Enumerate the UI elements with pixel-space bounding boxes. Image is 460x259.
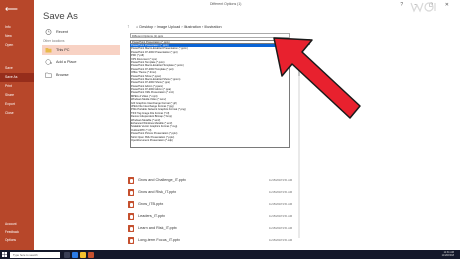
globe-plus-icon (45, 59, 52, 65)
other-locations-header: Other locations (43, 39, 65, 43)
rail-item-account[interactable]: Account (5, 222, 17, 226)
rail-item-new[interactable]: New (0, 32, 34, 41)
pptx-file-icon (128, 189, 134, 196)
location-label: This PC (56, 48, 70, 52)
watermark-logo-icon (410, 2, 436, 13)
powerpoint-window: ⟵ Info New Open Save Save As Print Share… (0, 0, 460, 250)
pptx-file-icon (128, 201, 134, 208)
file-row[interactable]: Grow_ITB.pptx 11/15/2018 9:51 AM (126, 200, 298, 210)
file-date: 11/15/2018 9:51 AM (269, 215, 293, 218)
rail-item-options[interactable]: Options (5, 238, 16, 242)
task-view-icon[interactable] (64, 251, 70, 258)
pptx-file-icon (128, 237, 134, 244)
taskbar: Type here to search 11:31 AM 11/28/2018 (0, 250, 460, 259)
red-pointer-arrow-icon (273, 37, 361, 119)
pptx-file-icon (128, 225, 134, 232)
taskbar-clock[interactable]: 11:31 AM 11/28/2018 (442, 251, 454, 257)
powerpoint-taskbar-icon[interactable] (88, 251, 94, 258)
rail-item-share[interactable]: Share (0, 91, 34, 100)
up-arrow-icon[interactable]: ↑ (127, 24, 130, 30)
file-row[interactable]: Learn and Risk_IT.pptx 11/15/2018 9:51 A… (126, 224, 298, 234)
file-name: Grow and Risk_IT.pptx (138, 190, 177, 194)
taskbar-search[interactable]: Type here to search (10, 251, 60, 258)
pptx-file-icon (128, 177, 134, 184)
file-date: 11/15/2018 9:51 AM (269, 239, 293, 242)
location-add-place[interactable]: Add a Place (42, 57, 120, 67)
file-type-select[interactable]: PowerPoint Presentation (*.pptx) ▾ (130, 40, 290, 44)
file-date: 11/15/2018 9:51 AM (269, 179, 293, 182)
file-name: Leaders_IT.pptx (138, 214, 166, 218)
folder-icon (45, 48, 52, 53)
clock-icon (45, 29, 52, 35)
file-date: 11/15/2018 9:51 AM (269, 203, 293, 206)
rail-item-save[interactable]: Save (0, 64, 34, 73)
file-explorer-icon[interactable] (80, 251, 86, 258)
page-title: Save As (43, 11, 78, 22)
file-type-selected: PowerPoint Presentation (*.pptx) (132, 41, 170, 44)
location-browse[interactable]: Browse (42, 70, 120, 80)
location-this-pc[interactable]: This PC (42, 45, 120, 55)
edge-icon[interactable] (72, 251, 78, 258)
rail-item-export[interactable]: Export (0, 100, 34, 109)
rail-item-close[interactable]: Close (0, 109, 34, 118)
file-row[interactable]: Long-term Focus_IT.pptx 11/15/2018 9:51 … (126, 236, 298, 246)
file-name: Learn and Risk_IT.pptx (138, 226, 177, 230)
file-type-options: PowerPoint Presentation (*.pptx) PowerPo… (130, 44, 290, 142)
file-name: Grow and Challenge_IT.pptx (138, 178, 186, 182)
windows-start-icon[interactable] (2, 252, 7, 257)
location-label: Add a Place (56, 60, 77, 64)
file-date: 11/15/2018 9:51 AM (269, 191, 293, 194)
file-date: 11/15/2018 9:51 AM (269, 227, 293, 230)
open-folder-icon (45, 72, 52, 78)
breadcrumb[interactable]: ⌂ Desktop › Image Upload › Illustration … (136, 25, 222, 29)
file-row[interactable]: Grow and Risk_IT.pptx 11/15/2018 9:51 AM (126, 188, 298, 198)
rail-item-print[interactable]: Print (0, 82, 34, 91)
file-type-option[interactable]: OpenDocument Presentation (*.odp) (130, 139, 290, 142)
back-arrow-icon[interactable]: ⟵ (5, 4, 18, 14)
clock-date: 11/28/2018 (441, 254, 454, 257)
rail-item-save-as[interactable]: Save As (0, 73, 34, 82)
document-title: Different Options (1) (210, 2, 242, 6)
location-label: Browse (56, 73, 69, 77)
rail-item-open[interactable]: Open (0, 41, 34, 50)
file-row[interactable]: Leaders_IT.pptx 11/15/2018 9:51 AM (126, 212, 298, 222)
pptx-file-icon (128, 213, 134, 220)
file-row[interactable]: Grow and Challenge_IT.pptx 11/15/2018 9:… (126, 176, 298, 186)
backstage-rail: ⟵ Info New Open Save Save As Print Share… (0, 0, 34, 250)
file-name: Long-term Focus_IT.pptx (138, 238, 180, 242)
location-recent[interactable]: Recent (42, 27, 120, 37)
rail-item-info[interactable]: Info (0, 23, 34, 32)
file-name: Grow_ITB.pptx (138, 202, 164, 206)
rail-item-feedback[interactable]: Feedback (5, 230, 19, 234)
location-label: Recent (56, 30, 69, 34)
filename-field[interactable]: Different Options (1).pptx (130, 33, 290, 38)
